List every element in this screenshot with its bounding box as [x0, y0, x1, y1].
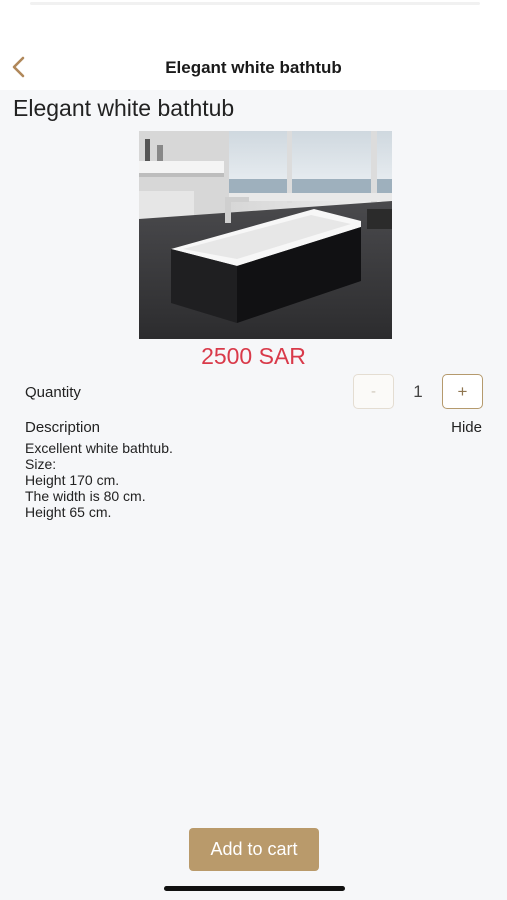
product-title: Elegant white bathtub	[13, 95, 235, 121]
description-label: Description	[25, 419, 101, 436]
home-indicator[interactable]	[164, 886, 345, 891]
quantity-decrement-button[interactable]: -	[353, 374, 394, 409]
status-bar	[0, 0, 507, 40]
description-line: Height 170 cm.	[25, 472, 120, 488]
product-price: 2500 SAR	[201, 343, 306, 369]
description-line: Height 65 cm.	[25, 504, 112, 520]
quantity-increment-button[interactable]: +	[442, 374, 483, 409]
hide-description-link[interactable]: Hide	[451, 419, 482, 436]
navigation-bar: Elegant white bathtub	[0, 40, 507, 90]
product-image	[139, 131, 392, 339]
status-divider	[30, 2, 480, 5]
description-text: Excellent white bathtub. Size: Height 17…	[25, 440, 173, 520]
description-line: Size:	[25, 456, 57, 472]
quantity-value: 1	[413, 382, 423, 401]
add-to-cart-button[interactable]: Add to cart	[189, 828, 319, 871]
description-line: The width is 80 cm.	[25, 488, 146, 504]
description-line: Excellent white bathtub.	[25, 440, 173, 456]
quantity-label: Quantity	[25, 384, 81, 401]
page-title: Elegant white bathtub	[165, 58, 342, 77]
